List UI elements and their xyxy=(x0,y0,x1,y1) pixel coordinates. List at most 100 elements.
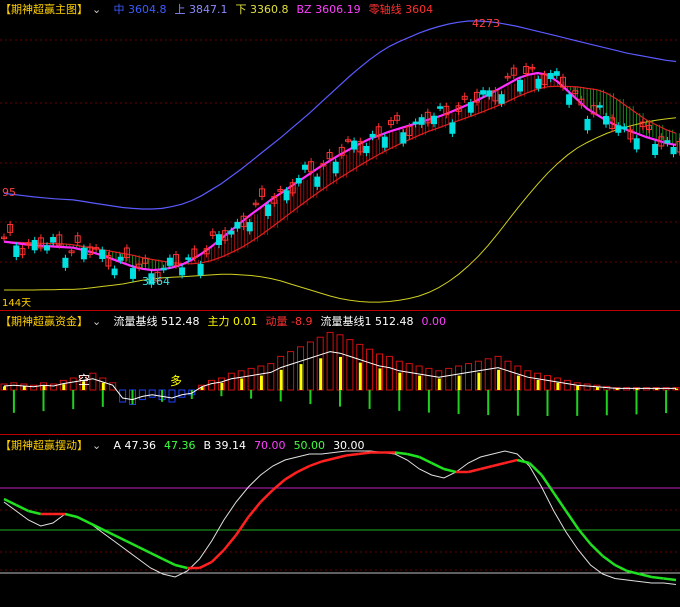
candle-body xyxy=(369,133,376,138)
panel-divider xyxy=(0,434,680,435)
osc-b-segment xyxy=(235,516,250,536)
candle-body xyxy=(179,267,186,276)
chevron-down-icon[interactable]: ⌄ xyxy=(92,438,102,454)
main-force-bar xyxy=(259,375,263,390)
osc-b-segment xyxy=(15,503,29,513)
indicator-0: 中 3604.8 xyxy=(113,3,167,16)
fund-bar xyxy=(346,339,354,391)
momentum-bar xyxy=(190,390,193,399)
fund-bar xyxy=(49,383,57,391)
main-force-bar xyxy=(536,379,540,390)
candle-body xyxy=(80,247,87,260)
osc-b-segment xyxy=(601,554,616,567)
panel2-title[interactable]: 【期神超赢资金】 xyxy=(0,315,88,328)
osc-b-segment xyxy=(125,539,139,549)
main-force-bar xyxy=(240,378,244,390)
main-force-bar xyxy=(497,369,501,390)
main-force-bar xyxy=(437,378,441,390)
osc-b-segment xyxy=(443,467,457,474)
main-force-bar xyxy=(299,364,303,390)
candle-body xyxy=(652,144,659,155)
candle-body xyxy=(185,257,192,260)
osc-b-segment xyxy=(259,489,274,503)
fund-bar xyxy=(524,370,532,391)
candle-body xyxy=(553,71,560,76)
panel1-title[interactable]: 【期神超赢主图】 xyxy=(0,3,88,16)
duo-label: 多 xyxy=(170,374,182,388)
chevron-down-icon[interactable]: ⌄ xyxy=(92,314,102,330)
fund-bar xyxy=(247,367,255,391)
momentum-bar xyxy=(605,390,608,416)
panel1-indicators: 中 3604.8 上 3847.1 下 3360.8 BZ 3606.19 零轴线 36… xyxy=(114,3,442,16)
momentum-bar xyxy=(487,390,490,416)
indicator-4: 50.00 xyxy=(293,439,326,452)
panel3-title[interactable]: 【期神超赢摆动】 xyxy=(0,439,88,452)
fund-bar xyxy=(445,367,453,391)
candle-body xyxy=(480,90,487,95)
candle-body xyxy=(160,267,167,271)
candle-body xyxy=(418,117,425,125)
candle-body xyxy=(13,245,20,257)
osc-b-segment xyxy=(3,497,17,507)
momentum-bar xyxy=(368,390,371,409)
momentum-bar xyxy=(635,390,638,415)
osc-b-segment xyxy=(296,464,311,474)
osc-b-segment xyxy=(198,560,213,570)
indicator-1: 上 3847.1 xyxy=(174,3,228,16)
candle-body xyxy=(166,257,173,266)
fund-bar xyxy=(484,358,492,391)
fund-bar xyxy=(69,377,77,391)
candle-body xyxy=(117,256,124,261)
fund-bar xyxy=(425,367,433,391)
fund-bar xyxy=(287,351,295,391)
momentum-bar xyxy=(250,390,253,399)
fund-bar xyxy=(168,389,176,403)
main-force-bar xyxy=(457,375,461,390)
momentum-bar xyxy=(101,390,104,407)
candle-body xyxy=(197,263,204,276)
candle-body xyxy=(596,105,603,108)
momentum-bar xyxy=(220,390,223,397)
main-force-bar xyxy=(279,369,283,390)
indicator-2: 下 3360.8 xyxy=(235,3,289,16)
indicator-3: 流量基线1 512.48 xyxy=(320,315,414,328)
candle-body xyxy=(437,106,444,109)
momentum-bar xyxy=(546,390,549,416)
osc-b-segment xyxy=(492,461,506,468)
candle-body xyxy=(400,132,407,144)
candle-body xyxy=(234,221,241,229)
momentum-bar xyxy=(398,390,401,411)
indicator-4: 0.00 xyxy=(421,315,446,328)
main-force-bar xyxy=(595,387,599,390)
fund-bar xyxy=(385,355,393,391)
indicator-0: 流量基线 512.48 xyxy=(113,315,200,328)
osc-b-segment xyxy=(480,464,493,471)
candle-body xyxy=(664,140,671,144)
momentum-bar xyxy=(309,390,312,405)
panel2-header: 【期神超赢资金】 ⌄ 流量基线 512.48 主力 0.01 动量 -8.9 流量基线1… xyxy=(0,314,462,330)
osc-b-segment xyxy=(321,457,335,463)
main-force-bar xyxy=(477,372,481,390)
osc-b-segment xyxy=(113,533,127,543)
osc-a-line xyxy=(3,450,677,585)
osc-b-segment xyxy=(210,549,225,563)
momentum-bar xyxy=(72,390,75,410)
fund-bar xyxy=(10,382,18,391)
candle-body xyxy=(670,147,677,155)
chevron-down-icon[interactable]: ⌄ xyxy=(92,2,102,18)
momentum-bar xyxy=(131,390,134,405)
momentum-bar xyxy=(12,390,15,413)
osc-b-segment xyxy=(345,452,359,457)
osc-b-segment xyxy=(431,461,445,471)
fund-bar xyxy=(583,383,591,391)
osc-b-segment xyxy=(577,528,592,545)
fund-bar xyxy=(504,360,512,391)
momentum-bar xyxy=(665,390,668,414)
fund-bar xyxy=(544,375,551,391)
indicator-2: 动量 -8.9 xyxy=(265,315,313,328)
candle-body xyxy=(302,164,308,170)
candle-body xyxy=(412,121,419,125)
panel3-header: 【期神超赢摆动】 ⌄ A 47.36 47.36 B 39.14 70.00 50.00 3… xyxy=(0,438,381,454)
fund-bar xyxy=(465,363,472,391)
candle-body xyxy=(332,161,339,174)
